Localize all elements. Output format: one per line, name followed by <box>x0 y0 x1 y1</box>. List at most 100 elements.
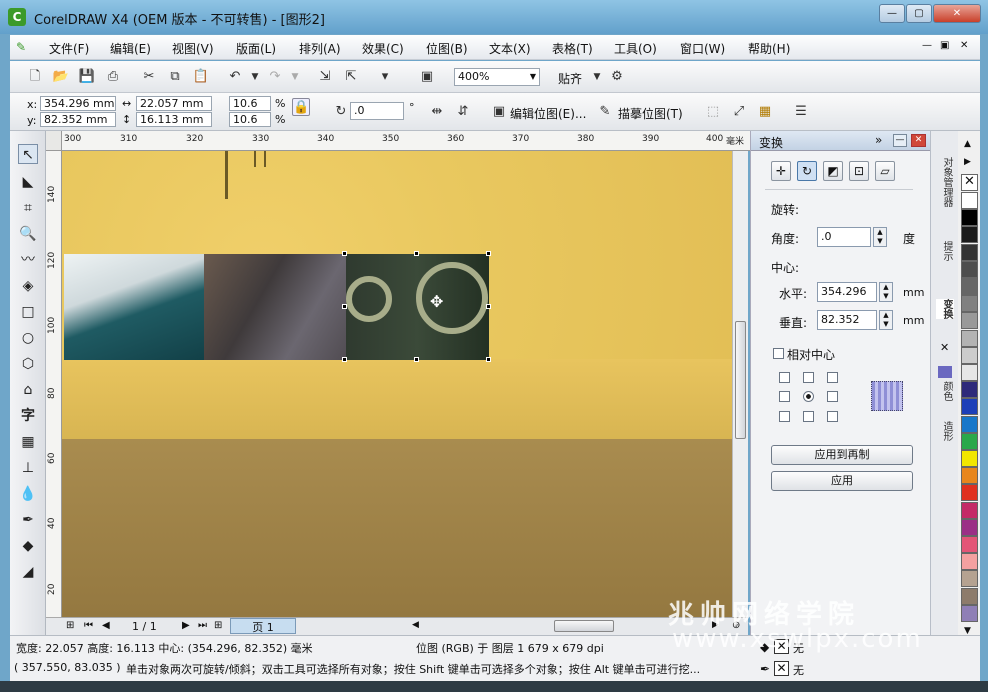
wrap-text-icon[interactable]: ☰ <box>792 103 810 121</box>
ellipse-tool-icon[interactable]: ○ <box>18 328 38 348</box>
docker-minimize-icon[interactable]: — <box>893 134 907 147</box>
skew-tab-icon[interactable]: ▱ <box>875 161 895 181</box>
menu-view[interactable]: 视图(V) <box>172 40 214 57</box>
anchor-center-radio[interactable] <box>803 391 814 402</box>
color-swatch[interactable] <box>961 364 978 381</box>
menu-arrange[interactable]: 排列(A) <box>299 40 341 57</box>
redo-dropdown-icon[interactable]: ▼ <box>286 68 304 86</box>
anchor-checkbox[interactable] <box>779 411 790 422</box>
horizontal-scrollbar-thumb[interactable] <box>554 620 614 632</box>
undo-dropdown-icon[interactable]: ▼ <box>246 68 264 86</box>
options-icon[interactable]: ⚙ <box>608 68 626 86</box>
color-swatch[interactable] <box>961 604 978 622</box>
doc-restore-icon[interactable]: ▣ <box>940 40 949 51</box>
vertical-center-field[interactable]: 82.352 <box>817 310 877 330</box>
menu-bitmaps[interactable]: 位图(B) <box>426 40 468 57</box>
docker-close-icon[interactable]: ✕ <box>911 134 926 147</box>
resample-icon[interactable]: ⤢ <box>730 103 748 121</box>
export-icon[interactable]: ⇱ <box>342 68 360 86</box>
add-page-icon[interactable]: ⊞ <box>66 620 74 631</box>
snap-label[interactable]: 贴齐 <box>558 70 582 87</box>
cut-icon[interactable]: ✂ <box>140 68 158 86</box>
next-page-icon[interactable]: ▶ <box>182 620 190 631</box>
menu-text[interactable]: 文本(X) <box>489 40 531 57</box>
crop-bitmap-icon[interactable]: ⬚ <box>704 103 722 121</box>
import-icon[interactable]: ⇲ <box>316 68 334 86</box>
basic-shapes-icon[interactable]: ⌂ <box>18 380 38 400</box>
tab-color[interactable]: 颜色 <box>936 381 954 401</box>
color-swatch[interactable] <box>961 518 978 536</box>
smart-fill-icon[interactable]: ◈ <box>18 276 38 296</box>
first-page-icon[interactable]: ⏮ <box>84 620 93 631</box>
welcome-screen-icon[interactable]: ▣ <box>418 68 436 86</box>
color-swatch[interactable] <box>961 450 978 467</box>
minimize-button[interactable]: — <box>879 4 905 23</box>
doc-minimize-icon[interactable]: — <box>922 40 932 51</box>
selection-handle[interactable] <box>486 357 491 362</box>
color-swatch[interactable] <box>961 295 978 313</box>
scale-mirror-tab-icon[interactable]: ◩ <box>823 161 843 181</box>
pick-tool-icon[interactable]: ↖ <box>18 144 38 164</box>
anchor-checkbox[interactable] <box>827 411 838 422</box>
trace-bitmap-button[interactable]: 描摹位图(T) <box>618 105 683 122</box>
scroll-left-icon[interactable]: ◀ <box>412 620 419 630</box>
rotate-tab-icon[interactable]: ↻ <box>797 161 817 181</box>
bitmap-selected-photo[interactable]: ✥ <box>346 254 489 360</box>
angle-spinner[interactable]: ▲ ▼ <box>873 227 887 247</box>
horizontal-spinner[interactable]: ▲ ▼ <box>879 282 893 302</box>
color-swatch[interactable] <box>961 432 978 450</box>
print-icon[interactable]: ⎙ <box>104 68 122 86</box>
doc-close-icon[interactable]: ✕ <box>960 40 968 51</box>
anchor-checkbox[interactable] <box>803 372 814 383</box>
outline-none-swatch[interactable]: ✕ <box>774 661 789 676</box>
interactive-fill-icon[interactable]: ◢ <box>18 562 38 582</box>
selection-handle[interactable] <box>342 304 347 309</box>
text-tool-icon[interactable]: 字 <box>18 406 38 426</box>
scrollbar-thumb[interactable] <box>735 321 746 439</box>
anchor-checkbox[interactable] <box>803 411 814 422</box>
app-launcher-icon[interactable]: ▾ <box>376 68 394 86</box>
fill-tool-icon[interactable]: ◆ <box>18 536 38 556</box>
paste-icon[interactable]: 📋 <box>192 68 210 86</box>
menu-layout[interactable]: 版面(L) <box>236 40 276 57</box>
anchor-checkbox[interactable] <box>779 391 790 402</box>
last-page-icon[interactable]: ⏭ <box>198 620 207 631</box>
palette-scroll-up-icon[interactable]: ▲ <box>964 139 971 149</box>
angle-field[interactable]: .0 <box>817 227 871 247</box>
anchor-checkbox[interactable] <box>779 372 790 383</box>
zoom-select[interactable]: 400% ▼ <box>454 68 540 86</box>
palette-flyout-icon[interactable]: ▶ <box>964 157 971 167</box>
undo-icon[interactable]: ↶ <box>226 68 244 86</box>
menu-effects[interactable]: 效果(C) <box>362 40 404 57</box>
size-tab-icon[interactable]: ⊡ <box>849 161 869 181</box>
color-swatch[interactable] <box>961 501 978 519</box>
vertical-spinner[interactable]: ▲ ▼ <box>879 310 893 330</box>
no-color-swatch[interactable]: ✕ <box>961 174 978 191</box>
position-tab-icon[interactable]: ✛ <box>771 161 791 181</box>
expand-icon[interactable]: » <box>875 133 882 147</box>
color-swatch[interactable] <box>961 415 978 433</box>
color-swatch[interactable] <box>961 570 978 588</box>
scale-y-field[interactable]: 10.6 <box>229 112 271 127</box>
doc-icon[interactable]: ✎ <box>16 40 26 54</box>
redo-icon[interactable]: ↷ <box>266 68 284 86</box>
drawing-canvas[interactable]: ✥ <box>62 151 732 617</box>
horizontal-ruler[interactable]: 300 310 320 330 340 350 360 370 380 390 … <box>62 131 750 151</box>
bitmap-pavement-photo[interactable] <box>204 254 346 360</box>
color-swatch[interactable] <box>961 467 978 485</box>
scale-x-field[interactable]: 10.6 <box>229 96 271 111</box>
selection-handle[interactable] <box>414 251 419 256</box>
color-swatch[interactable] <box>961 226 978 244</box>
vertical-ruler[interactable]: 140 120 100 80 60 40 20 <box>46 151 62 617</box>
menu-window[interactable]: 窗口(W) <box>680 40 725 57</box>
edit-bitmap-icon[interactable]: ▣ <box>490 103 508 121</box>
crop-tool-icon[interactable]: ⌗ <box>18 198 38 218</box>
selection-handle[interactable] <box>342 251 347 256</box>
page-tab[interactable]: 页 1 <box>230 618 296 634</box>
anchor-checkbox[interactable] <box>827 372 838 383</box>
lock-ratio-icon[interactable]: 🔒 <box>292 98 310 116</box>
rectangle-tool-icon[interactable]: □ <box>18 302 38 322</box>
zoom-tool-icon[interactable]: 🔍 <box>18 224 38 244</box>
snap-dropdown-icon[interactable]: ▼ <box>588 68 606 86</box>
bitmap-color-mask-icon[interactable]: ▦ <box>756 103 774 121</box>
